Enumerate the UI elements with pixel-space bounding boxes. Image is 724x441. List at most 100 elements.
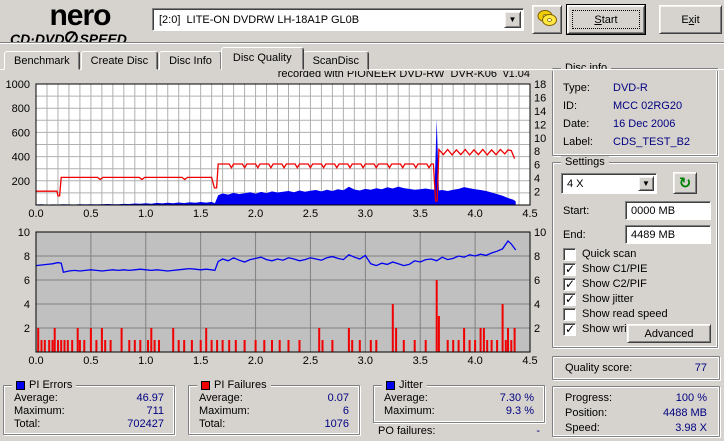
exit-button[interactable]: Exit xyxy=(659,5,722,34)
pi-errors-chart: 200 400 600 800 1000 2 46 810 1214 1618 0.0 0.5 1.0 1… xyxy=(6,80,547,220)
quality-score-panel: Quality score: 77 xyxy=(552,356,720,380)
disc-id-row: ID: MCC 02RG20 xyxy=(563,100,683,112)
svg-text:2: 2 xyxy=(534,323,540,335)
scan-speed-select[interactable]: 4 X ▼ xyxy=(561,173,657,194)
svg-text:3.5: 3.5 xyxy=(413,208,428,220)
tab-bar: Benchmark Create Disc Disc Info Disc Qua… xyxy=(4,47,370,70)
jitter-chart: 2 4 6 8 10 2 4 6 8 10 0.0 0.5 1.0 1.5 2.0 2.5 3.0 3.5 4.0 4… xyxy=(18,228,547,367)
checkbox-icon xyxy=(563,322,576,336)
po-failures-row: PO failures: - xyxy=(378,425,540,437)
disc-button[interactable] xyxy=(532,5,562,34)
tab-disc-quality[interactable]: Disc Quality xyxy=(220,47,304,70)
svg-text:8: 8 xyxy=(534,146,540,158)
start-position-field[interactable]: 0000 MB xyxy=(625,201,711,220)
end-position-label: End: xyxy=(563,229,586,241)
discs-icon xyxy=(536,9,558,30)
dropdown-arrow-icon[interactable]: ▼ xyxy=(638,176,654,191)
pi-errors-panel: PI Errors Average: 46.97 Maximum: 711 Tota… xyxy=(3,379,175,435)
speed-row: Speed: 3.98 X xyxy=(565,421,707,434)
tab-create-disc[interactable]: Create Disc xyxy=(80,51,159,70)
svg-text:3.5: 3.5 xyxy=(413,355,428,367)
quality-score-value: 77 xyxy=(694,362,707,374)
dropdown-arrow-icon[interactable]: ▼ xyxy=(504,11,521,28)
svg-text:600: 600 xyxy=(12,127,30,139)
settings-panel: Settings 4 X ▼ ↻ Start: 0000 MB End: 448… xyxy=(552,156,718,348)
stat-row: Total: 702427 xyxy=(14,417,164,430)
progress-panel: Progress: 100 % Position: 4488 MB Speed: 3.… xyxy=(552,386,720,437)
svg-text:2: 2 xyxy=(24,323,30,335)
svg-text:14: 14 xyxy=(534,106,546,118)
checkbox-show-jitter[interactable]: Show jitter xyxy=(563,292,633,306)
svg-text:4.5: 4.5 xyxy=(522,208,537,220)
tab-scandisc[interactable]: ScanDisc xyxy=(302,51,370,70)
svg-text:4.5: 4.5 xyxy=(522,355,537,367)
svg-text:1.0: 1.0 xyxy=(138,355,153,367)
stat-row: Average: 46.97 xyxy=(14,391,164,404)
end-position-field[interactable]: 4489 MB xyxy=(625,225,711,244)
svg-text:4: 4 xyxy=(24,299,30,311)
svg-text:8: 8 xyxy=(534,251,540,263)
settings-title: Settings xyxy=(561,156,609,168)
svg-text:400: 400 xyxy=(12,152,30,164)
svg-text:2.5: 2.5 xyxy=(303,355,318,367)
svg-text:2.5: 2.5 xyxy=(303,208,318,220)
svg-text:800: 800 xyxy=(12,103,30,115)
svg-text:10: 10 xyxy=(534,133,546,145)
checkbox-quick-scan[interactable]: Quick scan xyxy=(563,247,636,261)
svg-text:1000: 1000 xyxy=(6,80,30,91)
svg-text:0.5: 0.5 xyxy=(83,208,98,220)
stat-row: Maximum: 9.3 % xyxy=(384,404,534,417)
start-button[interactable]: Start xyxy=(567,5,645,34)
start-position-label: Start: xyxy=(563,205,590,217)
svg-text:16: 16 xyxy=(534,92,546,104)
svg-text:0.0: 0.0 xyxy=(28,355,43,367)
svg-text:1.0: 1.0 xyxy=(138,208,153,220)
stat-row: Maximum: 711 xyxy=(14,404,164,417)
checkbox-icon xyxy=(563,262,576,276)
svg-text:6: 6 xyxy=(24,275,30,287)
stat-row: Maximum: 6 xyxy=(199,404,349,417)
svg-text:4.0: 4.0 xyxy=(467,208,482,220)
pi-failures-color-icon xyxy=(201,380,210,390)
disc-info-panel: Disc info Type: DVD-R ID: MCC 02RG20 Date:… xyxy=(552,62,718,156)
svg-text:18: 18 xyxy=(534,80,546,91)
tab-benchmark[interactable]: Benchmark xyxy=(4,51,80,70)
svg-text:6: 6 xyxy=(534,160,540,172)
pi-failures-title: PI Failures xyxy=(214,379,267,391)
svg-text:2.0: 2.0 xyxy=(248,355,263,367)
stat-row: Average: 7.30 % xyxy=(384,391,534,404)
svg-text:3.0: 3.0 xyxy=(358,208,373,220)
quality-score-label: Quality score: xyxy=(565,362,633,374)
drive-select[interactable]: [2:0] LITE-ON DVDRW LH-18A1P GL0B ▼ xyxy=(152,8,524,31)
svg-text:10: 10 xyxy=(18,228,30,239)
svg-text:10: 10 xyxy=(534,228,546,239)
svg-text:12: 12 xyxy=(534,119,546,131)
svg-text:0.5: 0.5 xyxy=(83,355,98,367)
disc-label-row: Label: CDS_TEST_B2 xyxy=(563,136,691,148)
svg-text:1.5: 1.5 xyxy=(193,208,208,220)
checkbox-icon xyxy=(563,247,576,261)
stat-row: Average: 0.07 xyxy=(199,391,349,404)
svg-text:4: 4 xyxy=(534,173,540,185)
app-logo: nero CD·DVD SPEED xyxy=(10,1,150,46)
checkbox-icon xyxy=(563,277,576,291)
refresh-button[interactable]: ↻ xyxy=(673,172,697,194)
svg-text:2.0: 2.0 xyxy=(248,208,263,220)
pi-failures-panel: PI Failures Average: 0.07 Maximum: 6 Total… xyxy=(188,379,360,435)
po-failures-value: - xyxy=(536,425,540,437)
pi-errors-color-icon xyxy=(16,380,25,390)
svg-text:1.5: 1.5 xyxy=(193,355,208,367)
checkbox-show-c1-pie[interactable]: Show C1/PIE xyxy=(563,262,647,276)
svg-text:4.0: 4.0 xyxy=(467,355,482,367)
advanced-button[interactable]: Advanced xyxy=(627,324,711,343)
svg-text:8: 8 xyxy=(24,251,30,263)
jitter-color-icon xyxy=(386,380,395,390)
app-window: nero CD·DVD SPEED [2:0] LITE-ON DVDRW LH… xyxy=(0,0,724,441)
tab-disc-info[interactable]: Disc Info xyxy=(159,51,222,70)
disc-date-row: Date: 16 Dec 2006 xyxy=(563,118,676,130)
jitter-panel: Jitter Average: 7.30 % Maximum: 9.3 % xyxy=(373,379,545,423)
checkbox-show-read-speed[interactable]: Show read speed xyxy=(563,307,668,321)
refresh-icon: ↻ xyxy=(678,174,692,192)
checkbox-icon xyxy=(563,292,576,306)
checkbox-show-c2-pif[interactable]: Show C2/PIF xyxy=(563,277,647,291)
